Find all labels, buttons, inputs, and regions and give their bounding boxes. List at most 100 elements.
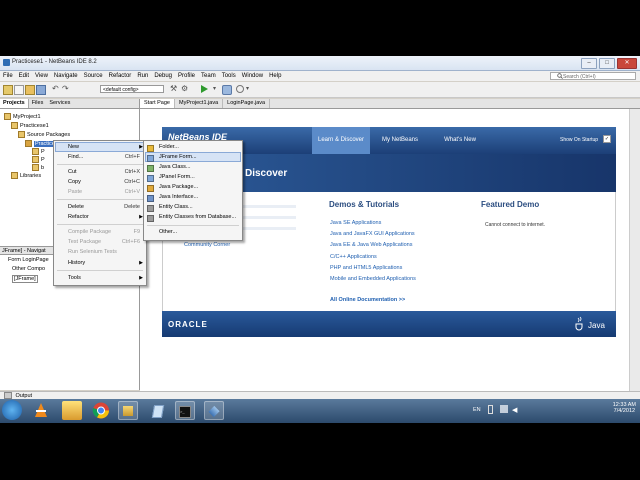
undo-icon[interactable]: ↶	[52, 85, 60, 93]
demo-link-javafx[interactable]: Java and JavaFX GUI Applications	[330, 231, 415, 237]
open-project-icon[interactable]	[25, 85, 35, 95]
tree-item[interactable]: MyProject1	[4, 113, 41, 120]
volume-icon[interactable]: ◀	[512, 406, 517, 414]
run-dropdown-icon[interactable]: ▾	[213, 85, 221, 93]
chrome-icon[interactable]	[91, 401, 111, 420]
submenu-item-java-interface[interactable]: Java Interface...	[159, 194, 198, 200]
tab-my-netbeans[interactable]: My NetBeans	[372, 127, 428, 154]
netbeans-app[interactable]	[204, 401, 224, 420]
menu-source[interactable]: Source	[81, 73, 106, 79]
all-docs-link[interactable]: All Online Documentation >>	[330, 297, 405, 303]
menu-file[interactable]: File	[0, 73, 16, 79]
network-icon[interactable]	[500, 405, 508, 413]
submenu-item-entity-classes-from-database[interactable]: Entity Classes from Database...	[159, 214, 236, 220]
menu-run[interactable]: Run	[134, 73, 151, 79]
menu-help[interactable]: Help	[266, 73, 284, 79]
shortcut-label: Ctrl+V	[124, 189, 140, 195]
menu-separator	[57, 270, 143, 271]
start-page-footer	[162, 311, 616, 337]
vlc-icon[interactable]	[31, 401, 51, 420]
menu-team[interactable]: Team	[198, 73, 219, 79]
debug-icon[interactable]	[222, 85, 232, 95]
context-item-new[interactable]: New	[68, 144, 79, 150]
config-select[interactable]: <default config>	[100, 85, 164, 93]
nav-item-jframe[interactable]: [JFrame]	[12, 275, 38, 283]
profile-icon[interactable]	[236, 85, 244, 93]
menu-view[interactable]: View	[32, 73, 51, 79]
menu-navigate[interactable]: Navigate	[51, 73, 81, 79]
tree-item[interactable]: b	[32, 164, 44, 171]
demo-link-cpp[interactable]: C/C++ Applications	[330, 254, 377, 260]
start-button[interactable]	[2, 400, 22, 420]
minimize-button[interactable]: –	[581, 58, 597, 69]
demo-link-php[interactable]: PHP and HTML5 Applications	[330, 265, 402, 271]
submenu-item-folder[interactable]: Folder...	[159, 144, 179, 150]
submenu-item-java-package[interactable]: Java Package...	[159, 184, 198, 190]
toolbar	[0, 82, 640, 98]
maximize-button[interactable]: □	[599, 58, 615, 69]
vertical-scrollbar[interactable]	[629, 109, 640, 391]
menu-edit[interactable]: Edit	[16, 73, 32, 79]
context-item-delete[interactable]: Delete	[68, 204, 84, 210]
context-item-paste: Paste	[68, 189, 83, 195]
notes-app[interactable]	[148, 401, 168, 420]
tab-learn-discover[interactable]: Learn & Discover	[312, 127, 370, 154]
show-on-startup-checkbox[interactable]: ✓	[603, 135, 611, 143]
tree-item[interactable]: P	[32, 156, 45, 163]
submenu-item-entity-class[interactable]: Entity Class...	[159, 204, 193, 210]
terminal-app[interactable]: >_	[175, 401, 195, 420]
submenu-item-other[interactable]: Other...	[159, 229, 177, 235]
tab-myproject1[interactable]: MyProject1.java	[175, 99, 224, 108]
context-item-refactor[interactable]: Refactor	[68, 214, 89, 220]
tab-start-page[interactable]: Start Page	[140, 99, 175, 108]
context-item-tools[interactable]: Tools	[68, 275, 81, 281]
tree-item[interactable]: P	[32, 148, 45, 155]
context-item-history[interactable]: History	[68, 260, 85, 266]
build-icon[interactable]: ⚒	[170, 85, 178, 93]
context-item-cut[interactable]: Cut	[68, 169, 77, 175]
tree-item[interactable]: Source Packages	[18, 131, 70, 138]
new-file-icon[interactable]	[14, 85, 24, 95]
run-icon[interactable]	[200, 85, 208, 93]
tab-projects[interactable]: Projects	[0, 99, 29, 108]
nav-item-form[interactable]: Form LoginPage	[8, 257, 49, 263]
redo-icon[interactable]: ↷	[62, 85, 70, 93]
close-button[interactable]: ✕	[617, 58, 637, 69]
tab-services[interactable]: Services	[46, 99, 73, 108]
new-submenu: Folder... JFrame Form... Java Class... JPan…	[143, 140, 243, 241]
submenu-item-jframe-form[interactable]: JFrame Form...	[159, 154, 197, 160]
tree-item[interactable]: Practicese1	[11, 122, 49, 129]
submenu-item-jpanel-form[interactable]: JPanel Form...	[159, 174, 195, 180]
package-icon	[11, 122, 18, 129]
tab-whats-new[interactable]: What's New	[432, 127, 488, 154]
save-all-icon[interactable]	[36, 85, 46, 95]
menu-profile[interactable]: Profile	[175, 73, 198, 79]
package-icon	[4, 113, 11, 120]
new-project-icon[interactable]	[3, 85, 13, 95]
demo-link-mobile[interactable]: Mobile and Embedded Applications	[330, 276, 416, 282]
tree-item[interactable]: Libraries	[11, 172, 41, 179]
profile-dropdown-icon[interactable]: ▾	[246, 85, 254, 93]
tab-loginpage[interactable]: LoginPage.java	[223, 99, 271, 108]
menu-refactor[interactable]: Refactor	[106, 73, 135, 79]
menu-tools[interactable]: Tools	[219, 73, 239, 79]
menu-window[interactable]: Window	[239, 73, 266, 79]
tab-files[interactable]: Files	[29, 99, 47, 108]
menu-separator	[57, 199, 143, 200]
context-item-copy[interactable]: Copy	[68, 179, 81, 185]
battery-icon[interactable]	[488, 405, 493, 414]
submenu-item-java-class[interactable]: Java Class...	[159, 164, 190, 170]
language-indicator[interactable]: EN	[473, 407, 481, 413]
nav-item-other-components[interactable]: Other Compo	[12, 266, 45, 272]
explorer-app[interactable]	[118, 401, 138, 420]
demo-link-java-se[interactable]: Java SE Applications	[330, 220, 381, 226]
demo-link-java-ee[interactable]: Java EE & Java Web Applications	[330, 242, 412, 248]
jframe-icon	[147, 155, 154, 162]
clock[interactable]: 12:33 AM 7/4/2012	[613, 402, 636, 414]
window-title: Practicese1 - NetBeans IDE 8.2	[12, 59, 97, 65]
file-manager-icon[interactable]	[62, 401, 82, 420]
community-corner-link[interactable]: Community Corner	[184, 242, 230, 248]
context-item-find[interactable]: Find...	[68, 154, 83, 160]
clean-build-icon[interactable]: ⚙	[181, 85, 189, 93]
menu-debug[interactable]: Debug	[151, 73, 175, 79]
